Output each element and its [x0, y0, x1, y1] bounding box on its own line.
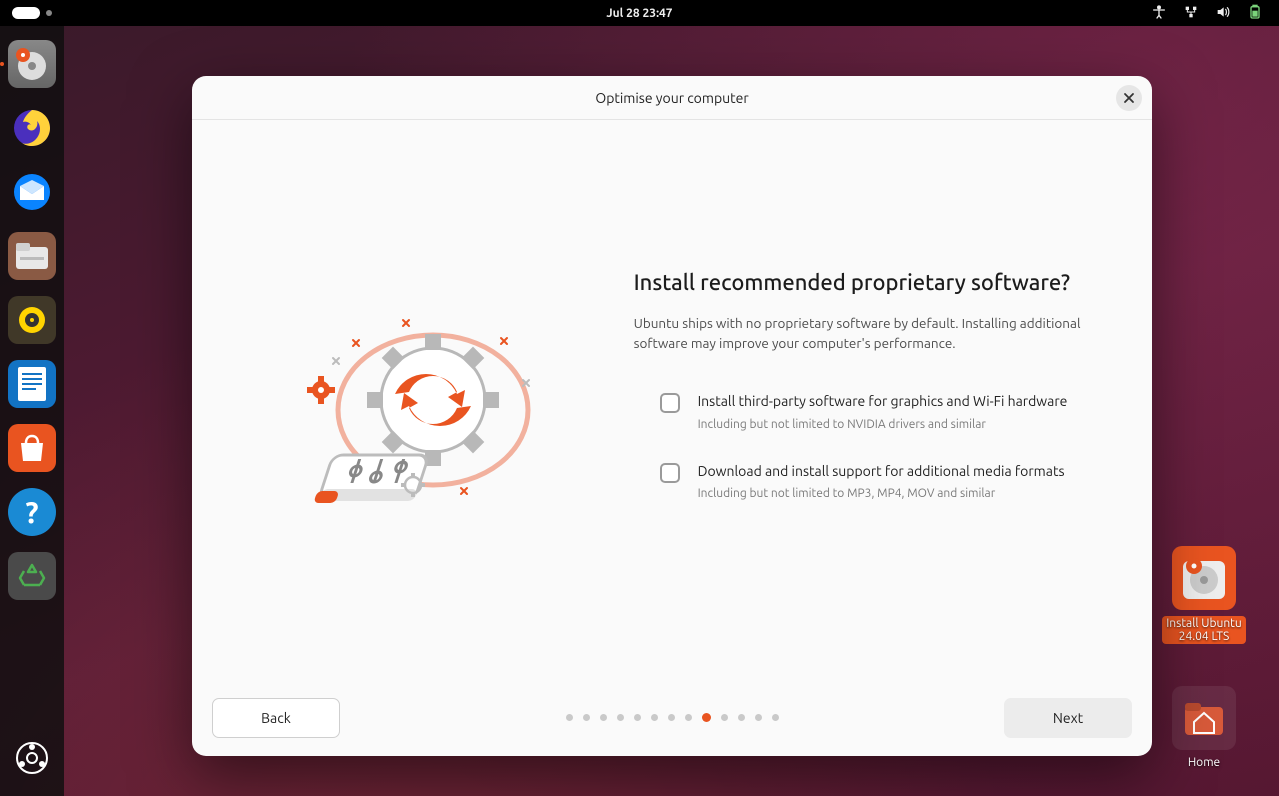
firefox-icon [10, 106, 54, 150]
desktop-install-label-1: Install Ubuntu [1166, 617, 1242, 630]
network-icon[interactable] [1183, 4, 1199, 23]
desktop: ? Install Ubuntu24.04 LTS Home Optimise … [0, 26, 1279, 796]
desktop-install-label-2: 24.04 LTS [1179, 630, 1230, 643]
installer-window: Optimise your computer [192, 76, 1152, 756]
workspace-dot-icon [46, 10, 52, 16]
checkbox-third-party[interactable] [660, 393, 680, 413]
document-icon [16, 365, 48, 403]
option-third-party-title: Install third-party software for graphic… [698, 391, 1068, 411]
step-dot-10[interactable] [738, 714, 745, 721]
back-button[interactable]: Back [212, 698, 340, 738]
clock[interactable]: Jul 28 23:47 [606, 7, 672, 20]
desktop-install-ubuntu[interactable]: Install Ubuntu24.04 LTS [1159, 546, 1249, 644]
step-dot-12[interactable] [772, 714, 779, 721]
gears-illustration-icon [263, 290, 563, 510]
subtext: Ubuntu ships with no proprietary softwar… [634, 313, 1092, 354]
dock-software[interactable] [8, 424, 56, 472]
dock-writer[interactable] [8, 360, 56, 408]
window-header: Optimise your computer [192, 76, 1152, 120]
close-icon [1123, 92, 1135, 104]
option-media-formats: Download and install support for additio… [634, 461, 1092, 500]
dock-show-apps[interactable] [8, 734, 56, 782]
step-dots [340, 714, 1004, 722]
dock-files[interactable] [8, 232, 56, 280]
checkbox-media-formats[interactable] [660, 463, 680, 483]
activities-area[interactable] [0, 7, 52, 19]
dock-help[interactable]: ? [8, 488, 56, 536]
dock-trash[interactable] [8, 552, 56, 600]
window-footer: Back Next [192, 680, 1152, 756]
recycle-icon [17, 561, 47, 591]
step-dot-1[interactable] [583, 714, 590, 721]
step-dot-9[interactable] [721, 714, 728, 721]
step-dot-8[interactable] [702, 713, 711, 722]
files-icon [14, 241, 50, 271]
option-third-party-desc: Including but not limited to NVIDIA driv… [698, 418, 1068, 431]
dock: ? [0, 26, 64, 796]
illustration-pane [192, 120, 634, 680]
dock-rhythmbox[interactable] [8, 296, 56, 344]
next-button[interactable]: Next [1004, 698, 1132, 738]
step-dot-5[interactable] [651, 714, 658, 721]
content-pane: Install recommended proprietary software… [634, 120, 1152, 680]
step-dot-2[interactable] [600, 714, 607, 721]
close-button[interactable] [1116, 85, 1142, 111]
option-media-formats-title: Download and install support for additio… [698, 461, 1065, 481]
step-dot-7[interactable] [685, 714, 692, 721]
step-dot-6[interactable] [668, 714, 675, 721]
step-dot-3[interactable] [617, 714, 624, 721]
option-third-party: Install third-party software for graphic… [634, 391, 1092, 430]
system-tray[interactable] [1151, 4, 1279, 23]
desktop-home[interactable]: Home [1159, 686, 1249, 769]
disk-installer-icon [1179, 553, 1229, 603]
heading: Install recommended proprietary software… [634, 270, 1092, 295]
home-folder-icon [1181, 695, 1227, 741]
dock-installer[interactable] [8, 40, 56, 88]
battery-icon[interactable] [1247, 4, 1263, 23]
speaker-icon [14, 302, 50, 338]
window-body: Install recommended proprietary software… [192, 120, 1152, 680]
activities-pill-icon [12, 7, 40, 19]
shopping-bag-icon [15, 431, 49, 465]
question-icon: ? [25, 495, 38, 529]
thunderbird-icon [10, 170, 54, 214]
window-title: Optimise your computer [192, 90, 1152, 106]
accessibility-icon[interactable] [1151, 4, 1167, 23]
desktop-home-label: Home [1159, 756, 1249, 769]
ubuntu-cof-icon [15, 741, 49, 775]
step-dot-4[interactable] [634, 714, 641, 721]
step-dot-0[interactable] [566, 714, 573, 721]
option-media-formats-desc: Including but not limited to MP3, MP4, M… [698, 487, 1065, 500]
disk-installer-icon [12, 44, 52, 84]
step-dot-11[interactable] [755, 714, 762, 721]
dock-firefox[interactable] [8, 104, 56, 152]
dock-thunderbird[interactable] [8, 168, 56, 216]
top-bar: Jul 28 23:47 [0, 0, 1279, 26]
volume-icon[interactable] [1215, 4, 1231, 23]
